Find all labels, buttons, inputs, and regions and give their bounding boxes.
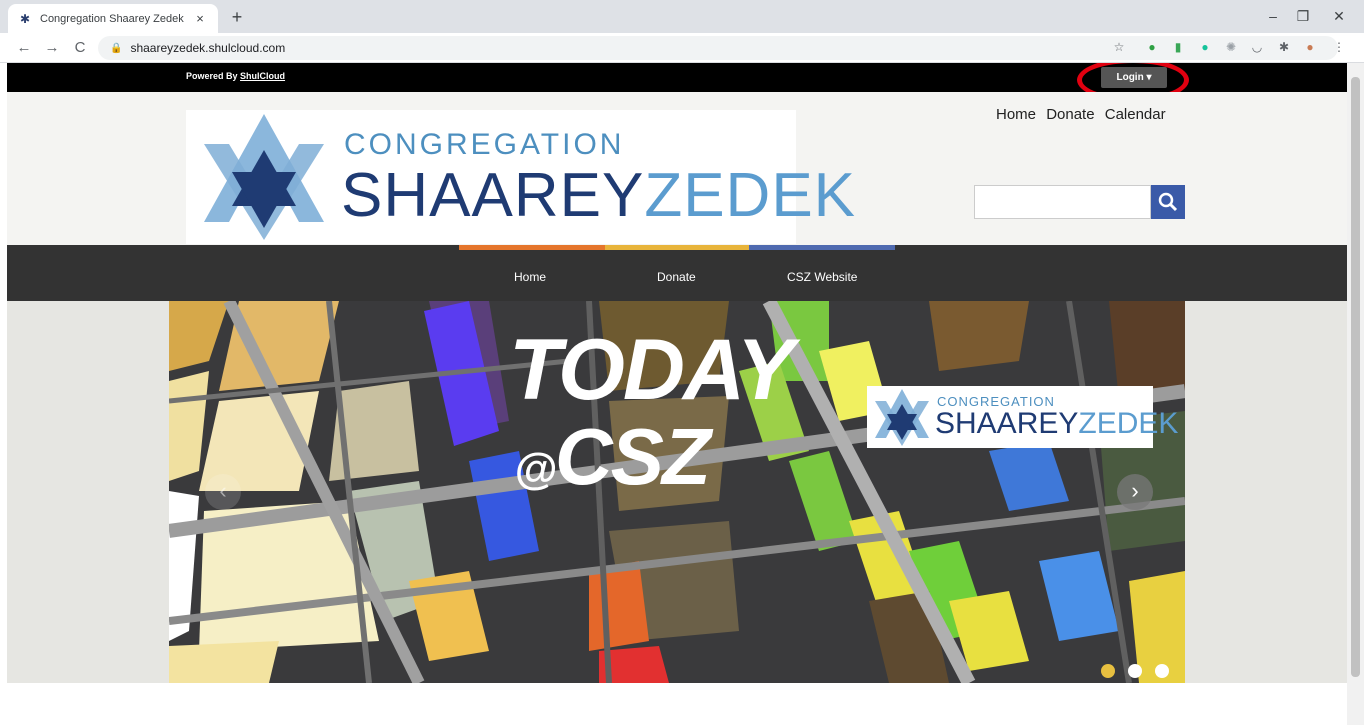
browser-tab-bar: ✱ Congregation Shaarey Zedek × + – ❐ ✕ — [0, 0, 1364, 33]
hero-logo: CONGREGATION SHAAREYZEDEK — [867, 386, 1178, 448]
logo-name-part-a: SHAAREY — [341, 161, 645, 230]
top-link-calendar[interactable]: Calendar — [1105, 106, 1166, 123]
slide-dot-3[interactable] — [1155, 664, 1169, 678]
accent-bar-blue — [749, 245, 895, 250]
new-tab-button[interactable]: + — [226, 6, 248, 28]
hero-csz-word: CSZ — [554, 412, 711, 501]
profile-avatar-icon[interactable]: ● — [1301, 38, 1319, 56]
top-links: Home Donate Calendar — [996, 106, 1172, 123]
nav-item-home[interactable]: Home — [514, 270, 546, 284]
hero-logo-name-part-a: SHAAREY — [935, 407, 1079, 440]
top-strip: Powered By ShulCloud Login ▾ — [7, 63, 1347, 102]
hero-star-logo-icon — [875, 389, 929, 446]
site-logo[interactable]: CONGREGATION SHAAREYZEDEK — [186, 110, 855, 244]
minimize-button[interactable]: – — [1258, 6, 1288, 26]
search-input[interactable] — [974, 185, 1151, 219]
slide-dot-2[interactable] — [1128, 664, 1142, 678]
hero-at-symbol: @ — [514, 445, 557, 494]
forward-button[interactable]: → — [42, 38, 62, 58]
top-link-donate[interactable]: Donate — [1046, 106, 1094, 123]
url-text: shaareyzedek.shulcloud.com — [130, 41, 286, 55]
search-icon — [1158, 192, 1178, 212]
accent-bar-orange — [459, 245, 605, 250]
shulcloud-link[interactable]: ShulCloud — [240, 71, 285, 81]
top-link-home[interactable]: Home — [996, 106, 1036, 123]
lock-icon: 🔒 — [110, 42, 123, 54]
hero-logo-name-text: SHAAREYZEDEK — [935, 407, 1178, 441]
slide-dot-1[interactable] — [1101, 664, 1115, 678]
puzzle-extensions-icon[interactable]: ✱ — [1275, 38, 1293, 56]
site-search — [974, 185, 1185, 219]
star-of-david-icon: ✱ — [19, 11, 31, 26]
accent-bar-yellow — [605, 245, 749, 250]
restore-button[interactable]: ❐ — [1288, 6, 1318, 26]
site-header: CONGREGATION SHAAREYZEDEK Home Donate Ca… — [7, 92, 1347, 245]
web-page: Powered By ShulCloud Login ▾ CONGREGATIO… — [7, 63, 1347, 725]
bookmark-star-icon[interactable]: ☆ — [1110, 38, 1128, 56]
evernote-icon[interactable]: ● — [1143, 38, 1161, 56]
back-button[interactable]: ← — [14, 38, 34, 58]
loading-extension-icon[interactable]: ✺ — [1222, 38, 1240, 56]
page-scrollbar[interactable] — [1347, 63, 1364, 725]
next-slide-arrow-icon[interactable]: › — [1117, 474, 1153, 510]
close-window-button[interactable]: ✕ — [1324, 6, 1354, 26]
hero-today-text: TODAY — [509, 322, 794, 418]
powered-by-label: Powered By — [186, 71, 238, 81]
main-nav: Home Donate CSZ Website — [7, 245, 1347, 301]
hero-csz-text: @CSZ — [514, 411, 711, 503]
reload-button[interactable]: C — [70, 38, 90, 58]
logo-name-text: SHAAREYZEDEK — [341, 160, 856, 231]
nav-item-csz-website[interactable]: CSZ Website — [787, 270, 857, 284]
prev-slide-arrow-icon[interactable]: ‹ — [205, 474, 241, 510]
nav-item-donate[interactable]: Donate — [657, 270, 696, 284]
search-button[interactable] — [1151, 185, 1185, 219]
logo-congregation-text: CONGREGATION — [344, 128, 625, 161]
star-of-david-logo-icon — [204, 114, 324, 240]
logo-name-part-b: ZEDEK — [644, 161, 857, 230]
menu-kebab-icon[interactable]: ⋮ — [1330, 38, 1348, 56]
tab-close-icon[interactable]: × — [192, 11, 208, 27]
hero-logo-name-part-b: ZEDEK — [1078, 407, 1179, 440]
powered-by: Powered By ShulCloud — [186, 71, 285, 81]
browser-tab[interactable]: ✱ Congregation Shaarey Zedek × — [8, 4, 218, 33]
hero-slider: TODAY @CSZ CONGREGATION SHAAREYZEDEK ‹ › — [169, 301, 1185, 683]
tab-title: Congregation Shaarey Zedek — [40, 12, 184, 25]
grammarly-icon[interactable]: ● — [1196, 38, 1214, 56]
pocket-icon[interactable]: ◡ — [1248, 38, 1266, 56]
scrollbar-thumb[interactable] — [1351, 77, 1360, 677]
extension-bars-icon[interactable]: ▮ — [1169, 38, 1187, 56]
